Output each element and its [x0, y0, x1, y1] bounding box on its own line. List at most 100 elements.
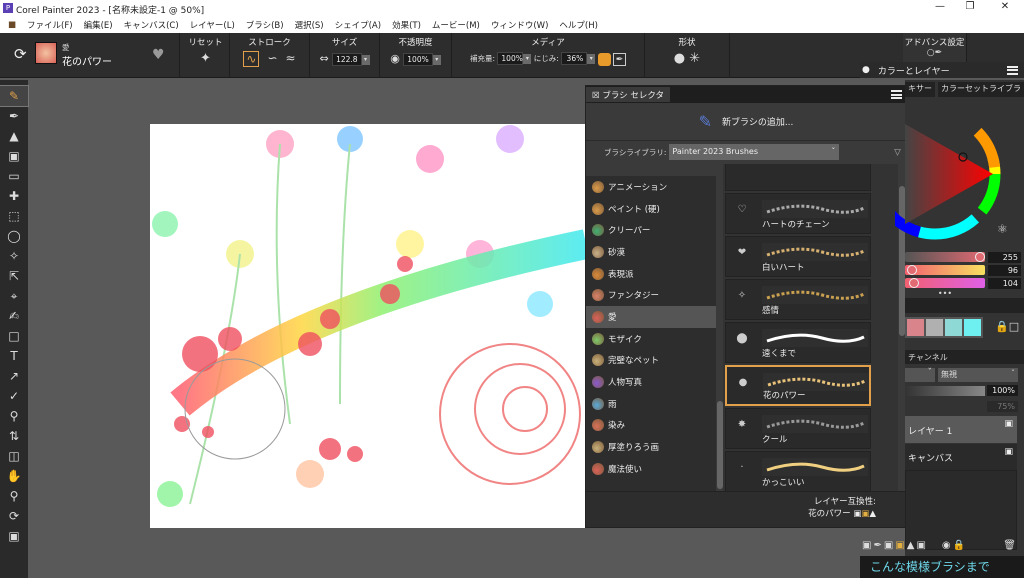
- category-item[interactable]: 砂漠: [586, 241, 716, 263]
- green-slider[interactable]: [905, 265, 985, 275]
- swatch-2[interactable]: [926, 319, 943, 336]
- layer-row-1[interactable]: レイヤー 1 ▣: [905, 416, 1017, 443]
- variant-item[interactable]: ❤ 白いハート: [725, 236, 871, 277]
- crop-icon[interactable]: ⌖: [0, 286, 28, 306]
- swatch-3[interactable]: [945, 319, 962, 336]
- tab-channels[interactable]: チャンネル: [908, 353, 948, 362]
- swatch-1[interactable]: [907, 319, 924, 336]
- dynamic-plugin-icon[interactable]: ✒: [873, 540, 881, 554]
- category-item[interactable]: 魔法使い: [586, 458, 716, 480]
- dab-color-icon[interactable]: [597, 52, 611, 66]
- variant-item[interactable]: ⬤ 遠くまで: [725, 322, 871, 363]
- menu-select[interactable]: 選択(S): [295, 19, 324, 31]
- menu-effects[interactable]: 効果(T): [392, 19, 421, 31]
- menu-brushes[interactable]: ブラシ(B): [246, 19, 284, 31]
- app-menu-icon[interactable]: ■: [8, 20, 16, 30]
- transform-icon[interactable]: ◫: [0, 446, 28, 466]
- category-item[interactable]: クリーパー: [586, 219, 716, 241]
- magic-wand-icon[interactable]: ✧: [0, 246, 28, 266]
- variant-item[interactable]: ♡ ハートのチェーン: [725, 193, 871, 234]
- menu-layers[interactable]: レイヤー(L): [190, 19, 235, 31]
- rect-select-icon[interactable]: ⬚: [0, 206, 28, 226]
- text-tool-icon[interactable]: T: [0, 346, 28, 366]
- green-knob[interactable]: [907, 265, 917, 275]
- variant-item[interactable]: ● 花のパワー: [725, 365, 871, 406]
- gradient-tool-icon[interactable]: ▣: [0, 146, 28, 166]
- paint-bucket-icon[interactable]: ▲: [0, 126, 28, 146]
- layer-opacity-value[interactable]: 100%: [987, 385, 1018, 396]
- trash-icon[interactable]: 🗑: [1003, 540, 1016, 554]
- red-slider[interactable]: [905, 252, 985, 262]
- eraser-icon[interactable]: ▭: [0, 166, 28, 186]
- menu-window[interactable]: ウィンドウ(W): [491, 19, 549, 31]
- size-dropdown[interactable]: ▾: [361, 54, 370, 65]
- brush-tool-icon[interactable]: ✎: [0, 85, 29, 107]
- opacity-slider[interactable]: [905, 386, 985, 396]
- selection-adjuster-icon[interactable]: ⇱: [0, 266, 28, 286]
- more-icon[interactable]: •••: [905, 289, 985, 298]
- green-value[interactable]: 96: [988, 265, 1021, 276]
- bleed-field[interactable]: 36%: [561, 52, 588, 65]
- straight-stroke-icon[interactable]: ∽: [267, 51, 277, 67]
- swatch-4[interactable]: [964, 319, 981, 336]
- dodge-icon[interactable]: ⚲: [0, 406, 28, 426]
- close-icon[interactable]: ✕: [990, 1, 1020, 16]
- blend-method-dropdown[interactable]: ˇ: [905, 368, 935, 382]
- heart-favorite-icon[interactable]: ♥: [152, 47, 165, 63]
- color-options-icon[interactable]: ⚛: [997, 222, 1008, 236]
- lasso-icon[interactable]: ◯: [0, 226, 28, 246]
- new-watercolor-layer-icon[interactable]: ▣: [895, 540, 904, 554]
- panel-menu-icon[interactable]: [891, 90, 902, 99]
- add-brush-button[interactable]: ✎ 新ブラシの追加...: [586, 103, 906, 141]
- category-item[interactable]: 厚塗りろう画: [586, 436, 716, 458]
- drawing-canvas[interactable]: [150, 124, 586, 528]
- brush-selector-button[interactable]: [35, 42, 57, 64]
- category-item[interactable]: 表現派: [586, 263, 716, 285]
- layer-row-canvas[interactable]: キャンバス ▣: [905, 444, 1017, 470]
- dropper-icon[interactable]: ✒: [613, 52, 626, 66]
- grabber-icon[interactable]: ✋: [0, 466, 28, 486]
- stroke-options-icon[interactable]: ≈: [286, 51, 296, 67]
- menu-edit[interactable]: 編集(E): [84, 19, 113, 31]
- sphere-shape-icon[interactable]: ●: [674, 51, 685, 66]
- category-item[interactable]: 完璧なペット: [586, 350, 716, 372]
- dropper-tool-icon[interactable]: ✒: [0, 106, 28, 126]
- opacity-dropdown[interactable]: ▾: [432, 54, 441, 65]
- variant-item-partial[interactable]: [725, 164, 871, 191]
- shape-selection-icon[interactable]: ↗: [0, 366, 28, 386]
- layer-grain-value[interactable]: 75%: [987, 401, 1018, 412]
- brush-selector-tab[interactable]: ☒ ブラシ セレクタ: [586, 87, 671, 102]
- category-item[interactable]: ファンタジー: [586, 284, 716, 306]
- category-item[interactable]: 愛: [586, 306, 716, 328]
- bleed-dropdown[interactable]: ▾: [587, 54, 596, 64]
- menu-canvas[interactable]: キャンバス(C): [124, 19, 179, 31]
- menu-help[interactable]: ヘルプ(H): [559, 19, 598, 31]
- menu-file[interactable]: ファイル(F): [27, 19, 73, 31]
- brush-reset-rotate-icon[interactable]: ⟳: [14, 45, 27, 63]
- layer-mask-icon[interactable]: ◉: [942, 540, 951, 554]
- mirror-icon[interactable]: ⇅: [0, 426, 28, 446]
- new-liquid-ink-layer-icon[interactable]: ▲: [907, 540, 915, 554]
- pen-icon[interactable]: ✍: [0, 306, 28, 326]
- advanced-settings-icon[interactable]: ○✒: [903, 48, 966, 58]
- cloner-icon[interactable]: ✓: [0, 386, 28, 406]
- variant-item[interactable]: · かっこいい: [725, 451, 871, 491]
- variant-item[interactable]: ✧ 感情: [725, 279, 871, 320]
- reset-brush-icon[interactable]: ✦: [182, 51, 229, 66]
- menu-shapes[interactable]: シェイプ(A): [335, 19, 381, 31]
- lock-layer-icon[interactable]: 🔒: [953, 540, 965, 554]
- red-knob[interactable]: [975, 252, 985, 262]
- tab-color-set-library[interactable]: カラーセットライブラ: [938, 82, 1024, 97]
- magnifier-icon[interactable]: ⚲: [0, 486, 28, 506]
- size-field[interactable]: 122.8: [331, 53, 362, 66]
- category-item[interactable]: 染み: [586, 415, 716, 437]
- library-select[interactable]: Painter 2023 Brushes ˇ: [669, 144, 840, 160]
- restore-icon[interactable]: ❐: [955, 1, 985, 16]
- freehand-stroke-icon[interactable]: ∿: [243, 51, 260, 67]
- red-value[interactable]: 255: [988, 252, 1021, 263]
- layer-adjuster-icon[interactable]: ✚: [0, 186, 28, 206]
- resaturation-dropdown[interactable]: ▾: [523, 54, 532, 64]
- rotate-page-icon[interactable]: ⟳: [0, 506, 28, 526]
- fit-screen-icon[interactable]: ▣: [0, 526, 28, 546]
- rectangle-shape-icon[interactable]: □: [0, 326, 28, 346]
